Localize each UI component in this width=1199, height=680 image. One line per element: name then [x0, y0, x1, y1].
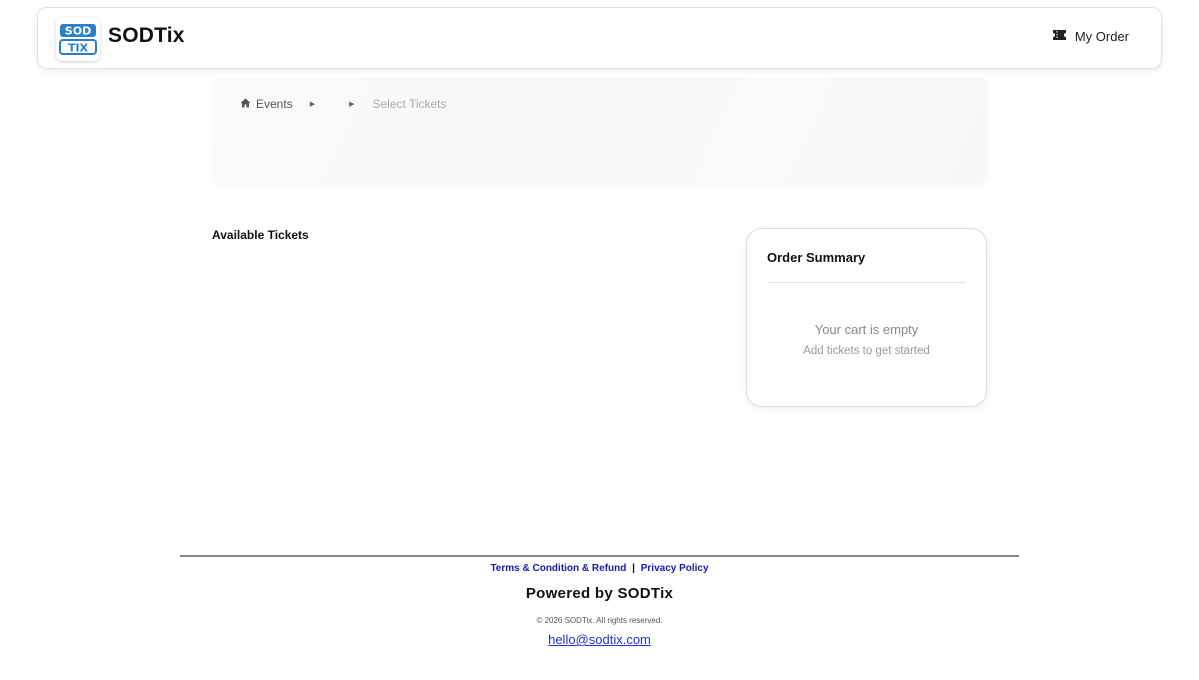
privacy-policy-link[interactable]: Privacy Policy — [641, 563, 709, 574]
ticket-icon — [1052, 29, 1067, 44]
contact-email: hello@sodtix.com — [0, 632, 1199, 647]
my-order-button[interactable]: My Order — [1052, 29, 1129, 44]
email-link[interactable]: hello@sodtix.com — [548, 632, 651, 647]
brand-name[interactable]: SODTix — [108, 24, 185, 48]
divider — [767, 282, 966, 283]
copyright: © 2026 SODTix. All rights reserved. — [536, 616, 663, 625]
chevron-right-icon: ▶ — [309, 101, 316, 108]
svg-text:TIX: TIX — [68, 42, 89, 55]
svg-text:SOD: SOD — [65, 25, 91, 38]
order-summary-card: Order Summary Your cart is empty Add tic… — [746, 228, 987, 407]
breadcrumb-current: Select Tickets — [372, 97, 447, 111]
my-order-label: My Order — [1074, 29, 1129, 44]
footer-divider — [180, 555, 1019, 557]
home-icon — [240, 97, 251, 111]
order-summary-title: Order Summary — [767, 250, 866, 265]
footer-link-separator: | — [632, 563, 635, 574]
breadcrumb-card: Events ▶ ▶ Select Tickets — [212, 77, 988, 183]
breadcrumb: Events ▶ ▶ Select Tickets — [240, 97, 447, 111]
breadcrumb-events-label: Events — [256, 97, 293, 111]
breadcrumb-events-link[interactable]: Events — [240, 97, 293, 111]
available-tickets-heading: Available Tickets — [212, 228, 309, 242]
empty-cart-hint: Add tickets to get started — [803, 345, 930, 357]
terms-link[interactable]: Terms & Condition & Refund — [490, 563, 626, 574]
top-header: SOD TIX SODTix My Order — [37, 7, 1162, 69]
footer-links: Terms & Condition & Refund | Privacy Pol… — [0, 563, 1199, 574]
brand-logo[interactable]: SOD TIX — [56, 17, 100, 61]
empty-cart-message: Your cart is empty — [814, 322, 919, 337]
page: SOD TIX SODTix My Order Events ▶ ▶ Selec… — [0, 0, 1199, 680]
chevron-right-icon: ▶ — [349, 101, 355, 108]
powered-by: Powered by SODTix — [525, 585, 674, 602]
